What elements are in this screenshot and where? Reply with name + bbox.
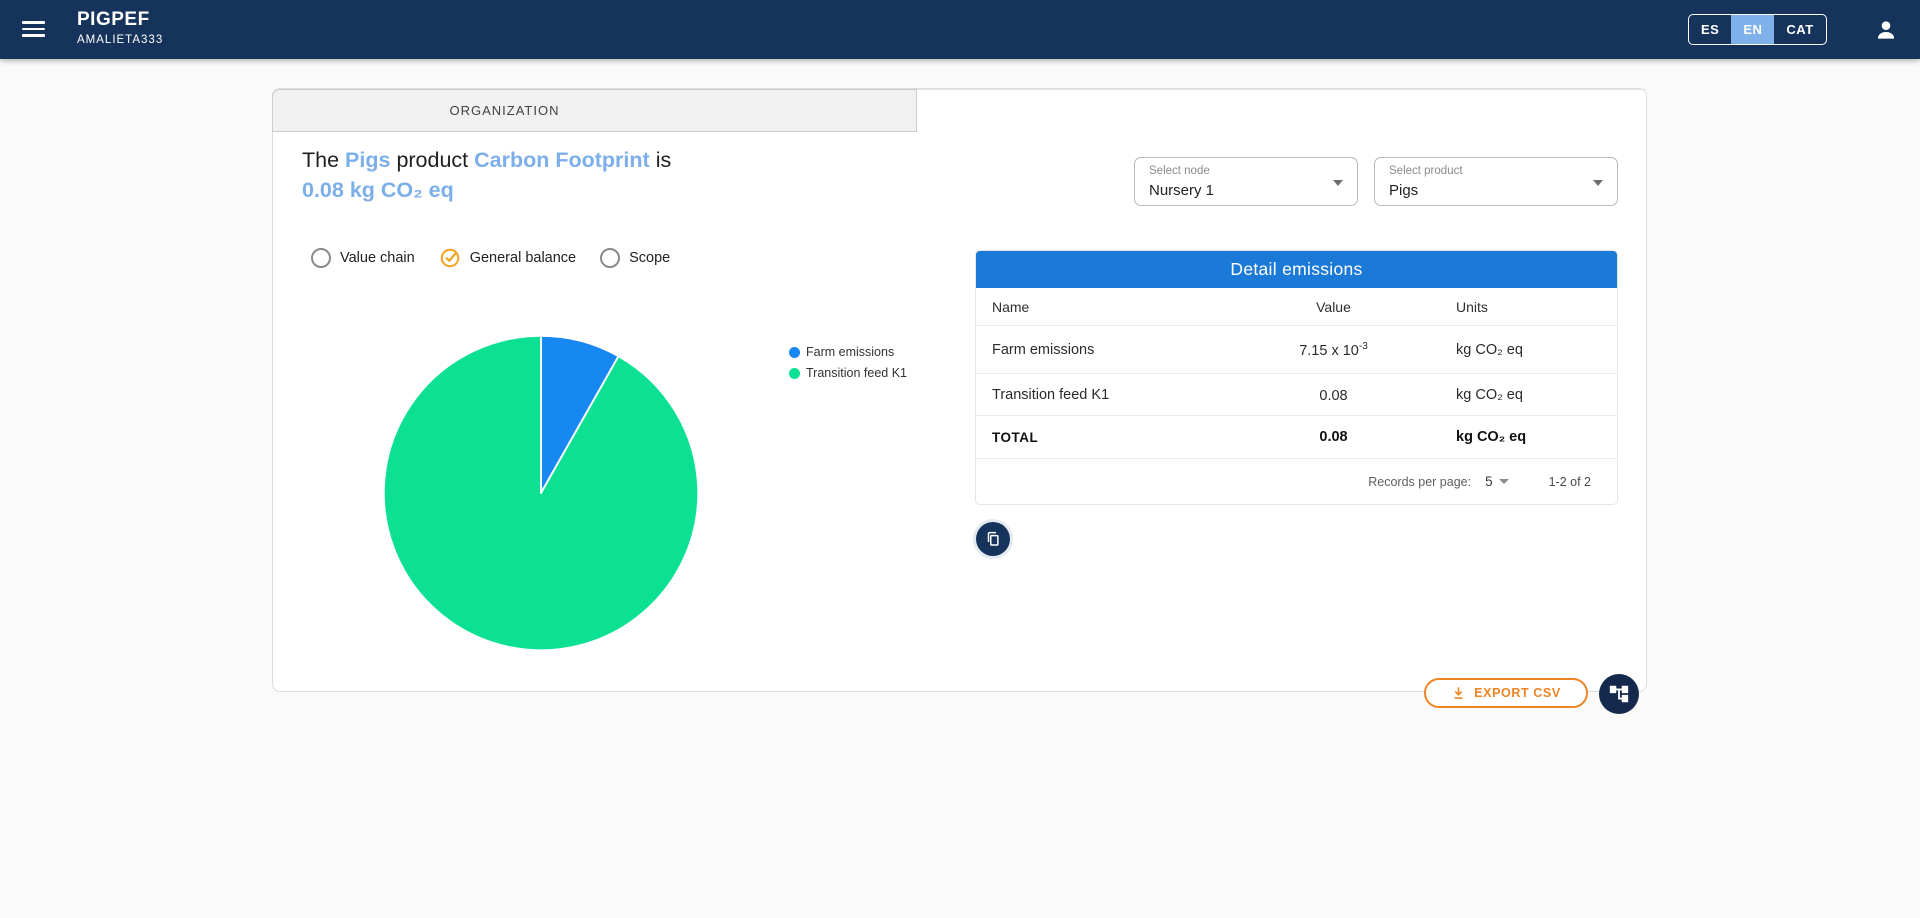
legend-dot <box>789 347 800 358</box>
headline-text: is <box>656 148 672 172</box>
headline-value: 0.08 kg CO₂ eq <box>302 178 454 202</box>
tab-bar: ORGANIZATION PRODUCT <box>273 89 1646 132</box>
language-switcher: ES EN CAT <box>1688 14 1827 45</box>
hamburger-menu-icon[interactable] <box>22 17 50 41</box>
cell-total-value: 0.08 <box>1276 429 1391 445</box>
radio-general-balance[interactable]: General balance <box>439 247 576 269</box>
table-row: Farm emissions 7.15 x 10-3 kg CO₂ eq <box>976 326 1617 374</box>
lang-button-cat[interactable]: CAT <box>1774 15 1825 44</box>
legend-dot <box>789 368 800 379</box>
radio-value-chain[interactable]: Value chain <box>311 248 415 268</box>
value-base: 0.08 <box>1319 387 1347 403</box>
page-size-select[interactable]: 5 <box>1485 474 1509 489</box>
lang-button-en[interactable]: EN <box>1731 15 1774 44</box>
cell-name: Farm emissions <box>976 342 1276 358</box>
radio-unchecked-icon <box>600 248 620 268</box>
lang-button-es[interactable]: ES <box>1689 15 1731 44</box>
copy-table-button[interactable] <box>976 522 1010 556</box>
value-exponent: -3 <box>1359 341 1368 352</box>
chart-legend: Farm emissions Transition feed K1 <box>789 345 907 380</box>
records-per-page-label: Records per page: <box>1368 475 1471 489</box>
account-tree-icon <box>1608 683 1630 705</box>
headline-text: product <box>396 148 468 172</box>
export-csv-button[interactable]: EXPORT CSV <box>1424 678 1588 708</box>
column-header-value: Value <box>1276 299 1391 315</box>
cell-units: kg CO₂ eq <box>1391 342 1617 358</box>
tab-organization-label: ORGANIZATION <box>450 103 560 118</box>
chevron-down-icon <box>1499 479 1509 484</box>
tab-product-area: PRODUCT <box>917 89 1646 132</box>
column-header-name: Name <box>976 299 1276 315</box>
export-csv-label: EXPORT CSV <box>1474 686 1561 700</box>
select-node-dropdown[interactable]: Select node Nursery 1 <box>1134 157 1358 206</box>
node-tree-button[interactable] <box>1599 674 1639 714</box>
cell-total-name: TOTAL <box>976 430 1276 445</box>
cell-value: 0.08 <box>1276 386 1391 404</box>
headline-highlight: Carbon Footprint <box>474 148 650 172</box>
legend-item-farm-emissions[interactable]: Farm emissions <box>789 345 907 359</box>
chevron-down-icon <box>1333 180 1343 186</box>
select-product-dropdown[interactable]: Select product Pigs <box>1374 157 1618 206</box>
legend-label: Transition feed K1 <box>806 366 907 380</box>
select-node-label: Select node <box>1149 164 1343 179</box>
table-title: Detail emissions <box>976 251 1617 288</box>
balance-filter-group: Value chain General balance Scope <box>311 247 670 269</box>
table-pagination: Records per page: 5 1-2 of 2 <box>976 459 1617 504</box>
column-header-units: Units <box>1391 299 1617 315</box>
tab-organization[interactable]: ORGANIZATION <box>272 89 737 132</box>
copy-icon <box>984 530 1002 548</box>
main-card: ORGANIZATION PRODUCT The Pigs product Ca… <box>272 88 1647 692</box>
page-range-label: 1-2 of 2 <box>1549 475 1591 489</box>
value-base: 7.15 x 10 <box>1299 342 1359 358</box>
emissions-pie-chart[interactable] <box>379 331 703 655</box>
radio-checked-icon <box>439 247 461 269</box>
radio-general-balance-label: General balance <box>470 250 576 266</box>
radio-scope[interactable]: Scope <box>600 248 670 268</box>
cell-value: 7.15 x 10-3 <box>1276 341 1391 359</box>
headline-text: The <box>302 148 339 172</box>
footprint-headline: The Pigs product Carbon Footprint is 0.0… <box>302 145 732 205</box>
table-row: Transition feed K1 0.08 kg CO₂ eq <box>976 374 1617 416</box>
cell-name: Transition feed K1 <box>976 387 1276 403</box>
select-node-value: Nursery 1 <box>1149 181 1343 201</box>
legend-label: Farm emissions <box>806 345 894 359</box>
app-title-block: PIGPEF AMALIETA333 <box>77 8 163 48</box>
detail-emissions-table: Detail emissions Name Value Units Farm e… <box>975 250 1618 505</box>
cell-units: kg CO₂ eq <box>1391 387 1617 403</box>
app-title: PIGPEF <box>77 8 163 32</box>
tab-spacer <box>736 89 917 132</box>
select-product-label: Select product <box>1389 164 1603 179</box>
legend-item-transition-feed[interactable]: Transition feed K1 <box>789 366 907 380</box>
radio-scope-label: Scope <box>629 250 670 266</box>
user-account-icon[interactable] <box>1872 17 1900 43</box>
headline-product-name: Pigs <box>345 148 390 172</box>
screen: PIGPEF AMALIETA333 ES EN CAT ORGANIZATIO… <box>0 0 1920 918</box>
cell-total-units: kg CO₂ eq <box>1391 429 1617 445</box>
app-subtitle: AMALIETA333 <box>77 33 163 48</box>
app-header: PIGPEF AMALIETA333 ES EN CAT <box>0 0 1920 59</box>
select-product-value: Pigs <box>1389 181 1603 201</box>
radio-value-chain-label: Value chain <box>340 250 415 266</box>
download-icon <box>1451 686 1466 701</box>
table-header-row: Name Value Units <box>976 288 1617 326</box>
table-total-row: TOTAL 0.08 kg CO₂ eq <box>976 416 1617 459</box>
page-size-value: 5 <box>1485 474 1493 489</box>
radio-unchecked-icon <box>311 248 331 268</box>
chevron-down-icon <box>1593 180 1603 186</box>
